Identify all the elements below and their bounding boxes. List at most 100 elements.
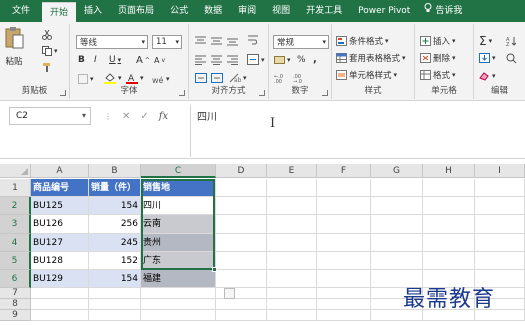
font-launcher-icon[interactable] xyxy=(179,90,185,96)
column-header-g[interactable]: G xyxy=(371,164,423,178)
row-header-3[interactable]: 3 xyxy=(0,215,31,234)
row-header-5[interactable]: 5 xyxy=(0,251,31,270)
grid-cell[interactable] xyxy=(216,270,267,289)
grid-cell[interactable] xyxy=(31,310,89,322)
table-cell[interactable]: 154 xyxy=(89,197,141,216)
table-cell[interactable]: 福建 xyxy=(141,270,216,289)
select-all-button[interactable] xyxy=(0,164,31,178)
tab-view[interactable]: 视图 xyxy=(264,0,298,22)
table-cell[interactable]: BU129 xyxy=(31,270,89,289)
grid-cell[interactable] xyxy=(475,233,525,252)
row-header-2[interactable]: 2 xyxy=(0,197,31,216)
sort-filter-icon[interactable]: AZ xyxy=(506,36,518,46)
chevron-down-icon[interactable]: ▾ xyxy=(82,108,86,124)
italic-button[interactable]: I xyxy=(94,55,97,65)
grid-cell[interactable] xyxy=(267,270,317,289)
grid-cell[interactable] xyxy=(423,197,475,216)
table-header-cell[interactable]: 销售地 xyxy=(141,179,216,198)
insert-function-icon[interactable]: fx xyxy=(159,111,168,122)
tab-insert[interactable]: 插入 xyxy=(76,0,110,22)
table-cell[interactable]: 152 xyxy=(89,251,141,270)
autosum-button[interactable]: Σ ▾ xyxy=(479,34,492,48)
tab-formulas[interactable]: 公式 xyxy=(162,0,196,22)
grid-cell[interactable] xyxy=(371,197,423,216)
font-color-icon[interactable]: A ▾ xyxy=(126,72,144,84)
table-cell[interactable]: 广东 xyxy=(141,251,216,270)
shrink-font-button[interactable]: Av xyxy=(154,56,165,65)
grid-cell[interactable] xyxy=(141,299,216,311)
paste-button[interactable]: 粘贴 xyxy=(4,26,24,67)
grid-cell[interactable] xyxy=(267,179,317,198)
tab-developer[interactable]: 开发工具 xyxy=(298,0,350,22)
grid-cell[interactable] xyxy=(267,288,317,300)
grid-cell[interactable] xyxy=(317,299,371,311)
grid-cell[interactable] xyxy=(267,299,317,311)
grid-cell[interactable] xyxy=(475,197,525,216)
grid-cell[interactable] xyxy=(371,215,423,234)
table-cell[interactable]: 154 xyxy=(89,270,141,289)
grid-cell[interactable] xyxy=(216,299,267,311)
grid-cell[interactable] xyxy=(267,233,317,252)
cell-styles-button[interactable]: 单元格样式 ▾ xyxy=(336,69,397,81)
table-cell[interactable]: 245 xyxy=(89,233,141,252)
grid-cell[interactable] xyxy=(423,251,475,270)
grid-cell[interactable] xyxy=(89,299,141,311)
column-header-c[interactable]: C xyxy=(141,164,216,178)
cancel-icon[interactable]: ✕ xyxy=(122,111,130,122)
tab-file[interactable]: 文件 xyxy=(0,0,42,22)
grid-cell[interactable] xyxy=(141,310,216,322)
tell-me-box[interactable]: 告诉我 xyxy=(418,0,462,22)
copy-icon[interactable]: ▾ xyxy=(42,46,58,56)
table-header-cell[interactable]: 销量（件） xyxy=(89,179,141,198)
border-icon[interactable]: ▾ xyxy=(78,74,94,84)
column-header-a[interactable]: A xyxy=(31,164,89,178)
tab-review[interactable]: 审阅 xyxy=(230,0,264,22)
quick-analysis-icon[interactable] xyxy=(224,288,235,299)
table-cell[interactable]: 云南 xyxy=(141,215,216,234)
table-cell[interactable]: BU127 xyxy=(31,233,89,252)
cut-icon[interactable] xyxy=(42,30,52,40)
align-bottom-icon[interactable] xyxy=(227,36,238,46)
underline-button[interactable]: U ▾ xyxy=(109,55,121,65)
alignment-launcher-icon[interactable] xyxy=(259,90,265,96)
decrease-indent-icon[interactable] xyxy=(195,73,207,83)
tab-power-pivot[interactable]: Power Pivot xyxy=(350,0,418,22)
table-cell[interactable]: 贵州 xyxy=(141,233,216,252)
grid-cell[interactable] xyxy=(317,179,371,198)
tab-data[interactable]: 数据 xyxy=(196,0,230,22)
conditional-formatting-button[interactable]: 条件格式 ▾ xyxy=(336,35,389,47)
fill-color-icon[interactable]: ▾ xyxy=(104,72,122,84)
grid-cell[interactable] xyxy=(317,251,371,270)
column-header-d[interactable]: D xyxy=(216,164,267,178)
column-header-f[interactable]: F xyxy=(317,164,371,178)
fill-down-icon[interactable]: ▾ xyxy=(479,53,496,63)
align-right-icon[interactable] xyxy=(227,55,238,65)
increase-indent-icon[interactable] xyxy=(211,73,223,83)
grid-cell[interactable] xyxy=(216,310,267,322)
font-name-select[interactable]: 等线 ▾ xyxy=(76,35,148,49)
grid-cell[interactable] xyxy=(267,251,317,270)
clipboard-launcher-icon[interactable] xyxy=(60,90,66,96)
grid-cell[interactable] xyxy=(267,310,317,322)
number-launcher-icon[interactable] xyxy=(322,90,328,96)
tab-page-layout[interactable]: 页面布局 xyxy=(110,0,162,22)
column-header-b[interactable]: B xyxy=(89,164,141,178)
insert-cells-button[interactable]: 插入 ▾ xyxy=(420,35,456,47)
grid-cell[interactable] xyxy=(423,215,475,234)
clear-icon[interactable]: ▾ xyxy=(479,71,496,81)
grid-cell[interactable] xyxy=(317,197,371,216)
align-top-icon[interactable] xyxy=(195,36,206,46)
bold-button[interactable]: B xyxy=(78,55,85,65)
tab-home[interactable]: 开始 xyxy=(42,2,77,22)
grid-cell[interactable] xyxy=(371,251,423,270)
grid-cell[interactable] xyxy=(89,288,141,300)
format-painter-icon[interactable] xyxy=(42,62,52,72)
grid-cell[interactable] xyxy=(371,179,423,198)
formula-input[interactable]: 四川 xyxy=(190,105,525,157)
grid-cell[interactable] xyxy=(371,233,423,252)
row-header-7[interactable]: 7 xyxy=(0,288,31,300)
grid-cell[interactable] xyxy=(475,215,525,234)
orientation-icon[interactable]: ab ▾ xyxy=(229,73,247,83)
grid-cell[interactable] xyxy=(317,288,371,300)
table-cell[interactable]: 256 xyxy=(89,215,141,234)
